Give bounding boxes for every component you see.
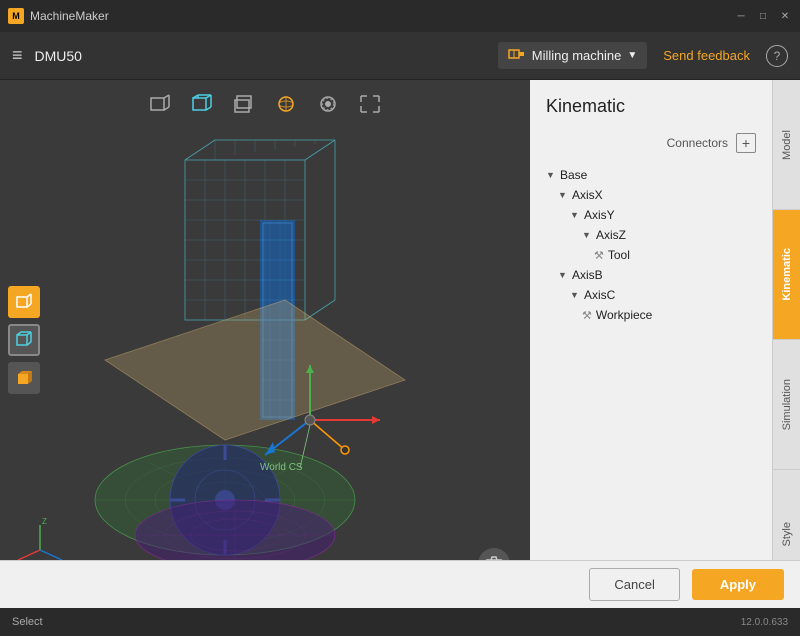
workpiece-icon: ⚒ — [582, 309, 592, 322]
sidebar-content: Kinematic Connectors + ▼ Base ▼ AxisX — [530, 80, 772, 600]
wireframe-view-button[interactable] — [184, 88, 220, 120]
send-feedback-button[interactable]: Send feedback — [663, 48, 750, 63]
box-view-button[interactable] — [142, 88, 178, 120]
tree-label-axisy: AxisY — [584, 208, 615, 222]
cancel-button[interactable]: Cancel — [589, 568, 679, 601]
titlebar-left: M MachineMaker — [8, 8, 109, 24]
tab-model[interactable]: Model — [773, 80, 800, 210]
tree-item-tool[interactable]: ⚒ Tool — [594, 245, 756, 265]
hamburger-menu[interactable]: ≡ — [12, 45, 23, 66]
tab-model-label: Model — [781, 130, 793, 160]
tree-label-workpiece: Workpiece — [596, 308, 652, 322]
main-area: World CS Z Left Front — [0, 80, 800, 600]
tree-item-axisz[interactable]: ▼ AxisZ — [582, 225, 756, 245]
tree-label-base: Base — [560, 168, 587, 182]
tree-label-axisb: AxisB — [572, 268, 603, 282]
tree-label-axisc: AxisC — [584, 288, 615, 302]
svg-text:Z: Z — [42, 517, 47, 526]
dot-view-button[interactable] — [310, 88, 346, 120]
maximize-button[interactable]: □ — [756, 9, 770, 23]
version-text: 12.0.0.633 — [741, 617, 788, 628]
toolbar: ≡ DMU50 Milling machine ▼ Send feedback … — [0, 32, 800, 80]
expand-button[interactable] — [352, 88, 388, 120]
tab-style-label: Style — [781, 522, 793, 546]
right-sidebar: Kinematic Connectors + ▼ Base ▼ AxisX — [530, 80, 800, 600]
add-connector-button[interactable]: + — [736, 133, 756, 153]
tree-arrow-axisy: ▼ — [570, 210, 580, 220]
app-title: MachineMaker — [30, 9, 109, 23]
cube-tool-button[interactable] — [8, 362, 40, 394]
connectors-label: Connectors — [667, 136, 728, 150]
tree-arrow-axisx: ▼ — [558, 190, 568, 200]
tree-arrow-base: ▼ — [546, 170, 556, 180]
tree-label-axisz: AxisZ — [596, 228, 626, 242]
machine-type-dropdown-icon[interactable]: ▼ — [627, 50, 637, 61]
window-controls: ─ □ ✕ — [734, 9, 792, 23]
tree-label-tool: Tool — [608, 248, 630, 262]
machine-type-label: Milling machine — [532, 48, 622, 63]
left-tools-panel — [8, 286, 40, 394]
tree-arrow-axisb: ▼ — [558, 270, 568, 280]
viewport[interactable]: World CS Z Left Front — [0, 80, 530, 600]
close-button[interactable]: ✕ — [778, 9, 792, 23]
help-button[interactable]: ? — [766, 45, 788, 67]
tree-item-axisx[interactable]: ▼ AxisX — [558, 185, 756, 205]
connectors-bar: Connectors + — [546, 133, 756, 153]
tree-arrow-axisc: ▼ — [570, 290, 580, 300]
machine-type-selector[interactable]: Milling machine ▼ — [498, 42, 648, 69]
tree-item-axisb[interactable]: ▼ AxisB — [558, 265, 756, 285]
status-text: Select — [12, 616, 43, 628]
tree-item-axisy[interactable]: ▼ AxisY — [570, 205, 756, 225]
top-tools-bar — [142, 88, 388, 120]
sphere-view-button[interactable] — [268, 88, 304, 120]
frame-tool-button[interactable] — [8, 324, 40, 356]
apply-button[interactable]: Apply — [692, 569, 784, 600]
statusbar: Select 12.0.0.633 — [0, 608, 800, 636]
tree-item-workpiece[interactable]: ⚒ Workpiece — [582, 305, 756, 325]
kinematic-tree: ▼ Base ▼ AxisX ▼ AxisY ▼ AxisZ — [546, 165, 756, 325]
scene-svg: World CS Z Left Front — [0, 80, 530, 600]
machine-name: DMU50 — [35, 48, 82, 64]
minimize-button[interactable]: ─ — [734, 9, 748, 23]
tree-arrow-axisz: ▼ — [582, 230, 592, 240]
footer: Cancel Apply — [0, 560, 800, 608]
tree-item-base[interactable]: ▼ Base — [546, 165, 756, 185]
back-view-button[interactable] — [226, 88, 262, 120]
sidebar-tabs: Model Kinematic Simulation Style — [772, 80, 800, 600]
tool-icon: ⚒ — [594, 249, 604, 262]
titlebar: M MachineMaker ─ □ ✕ — [0, 0, 800, 32]
app-icon: M — [8, 8, 24, 24]
svg-text:World CS: World CS — [260, 462, 303, 473]
tab-kinematic[interactable]: Kinematic — [773, 210, 800, 340]
box-tool-button[interactable] — [8, 286, 40, 318]
tab-kinematic-label: Kinematic — [781, 248, 793, 301]
machine-type-icon — [508, 46, 526, 65]
tab-simulation-label: Simulation — [781, 379, 793, 430]
panel-title: Kinematic — [546, 96, 756, 117]
tree-label-axisx: AxisX — [572, 188, 603, 202]
tree-item-axisc[interactable]: ▼ AxisC — [570, 285, 756, 305]
tab-simulation[interactable]: Simulation — [773, 340, 800, 470]
